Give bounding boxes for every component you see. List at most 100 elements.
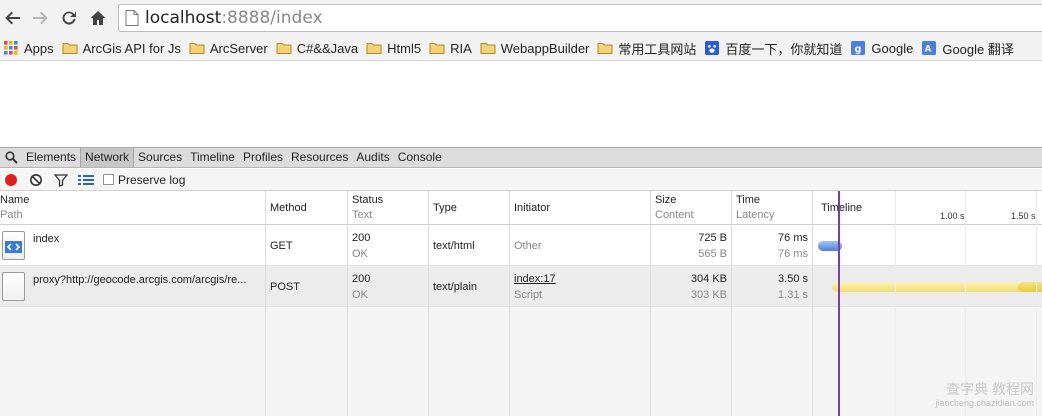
timeline-gridline xyxy=(1036,191,1037,416)
folder-icon xyxy=(429,43,445,54)
column-divider[interactable] xyxy=(428,191,429,416)
tab-profiles[interactable]: Profiles xyxy=(239,148,287,167)
back-button[interactable] xyxy=(2,7,24,29)
request-row[interactable]: index GET 200 OK text/html Other 725 B 5… xyxy=(0,225,1042,266)
folder-icon xyxy=(62,43,78,54)
request-name[interactable]: proxy?http://geocode.arcgis.com/arcgis/r… xyxy=(33,274,246,286)
folder-icon xyxy=(276,43,292,54)
bookmark-3[interactable]: C#&&Java xyxy=(273,37,363,59)
request-initiator: Other xyxy=(514,240,542,252)
tab-elements[interactable]: Elements xyxy=(22,148,80,167)
col-time-header[interactable]: Time Latency xyxy=(736,194,775,221)
svg-text:A: A xyxy=(925,45,932,55)
request-name[interactable]: index xyxy=(33,233,59,245)
network-grid: Name Path Method Status Text Type Initia… xyxy=(0,191,1042,416)
browser-toolbar: localhost:8888/index xyxy=(0,0,1042,36)
bookmark-0[interactable]: Apps xyxy=(0,37,59,59)
bookmark-10[interactable]: A Google 翻译 xyxy=(918,37,1019,59)
forward-button[interactable] xyxy=(29,7,51,29)
page-icon xyxy=(125,10,139,26)
tab-audits[interactable]: Audits xyxy=(352,148,393,167)
tab-sources[interactable]: Sources xyxy=(134,148,186,167)
bookmark-label: Apps xyxy=(24,40,54,56)
column-divider[interactable] xyxy=(731,191,732,416)
grid-header: Name Path Method Status Text Type Initia… xyxy=(0,191,1042,225)
page-content xyxy=(0,60,1042,147)
tab-timeline[interactable]: Timeline xyxy=(186,148,239,167)
record-button[interactable] xyxy=(0,170,22,190)
bookmark-label: ArcGis API for Js xyxy=(82,40,181,56)
home-button[interactable] xyxy=(87,7,109,29)
grid-empty-area xyxy=(0,307,1042,416)
request-size: 725 B 565 B xyxy=(698,232,727,260)
request-initiator: index:17 Script xyxy=(514,273,556,301)
bookmark-label: Google xyxy=(871,40,914,56)
timeline-bar-receiving xyxy=(1018,282,1042,292)
request-status: 200 OK xyxy=(352,273,371,301)
file-icon xyxy=(2,272,25,301)
back-arrow-icon xyxy=(5,11,20,25)
google-translate-icon: A xyxy=(922,41,937,55)
preserve-log-checkbox[interactable] xyxy=(103,174,114,185)
bookmark-label: C#&&Java xyxy=(296,40,359,56)
tab-network[interactable]: Network xyxy=(80,148,135,167)
column-divider[interactable] xyxy=(265,191,266,416)
clear-button[interactable] xyxy=(25,170,47,190)
request-type: text/html xyxy=(433,240,475,252)
request-method: GET xyxy=(270,240,293,252)
initiator-link[interactable]: index:17 xyxy=(514,273,556,285)
column-divider[interactable] xyxy=(650,191,651,416)
col-status-header[interactable]: Status Text xyxy=(352,194,383,221)
preserve-log-label: Preserve log xyxy=(118,172,186,187)
timeline-load-marker xyxy=(838,191,840,416)
baidu-icon xyxy=(705,41,720,55)
col-size-header[interactable]: Size Content xyxy=(655,194,694,221)
devtools-tabbar: Elements Network Sources Timeline Profil… xyxy=(0,147,1042,168)
bookmark-9[interactable]: g Google xyxy=(847,37,918,59)
folder-icon xyxy=(480,43,496,54)
tab-resources[interactable]: Resources xyxy=(287,148,352,167)
html-file-icon xyxy=(2,231,25,260)
request-size: 304 KB 303 KB xyxy=(690,273,727,301)
folder-icon xyxy=(597,43,613,54)
address-url: localhost:8888/index xyxy=(145,8,323,28)
bookmark-1[interactable]: ArcGis API for Js xyxy=(59,37,186,59)
bookmark-4[interactable]: Html5 xyxy=(363,37,426,59)
bookmark-7[interactable]: 常用工具网站 xyxy=(594,37,701,59)
folder-icon xyxy=(189,43,205,54)
col-initiator-header[interactable]: Initiator xyxy=(514,202,550,214)
browser-window: localhost:8888/index Apps ArcGis API for … xyxy=(0,0,1042,416)
filter-button[interactable] xyxy=(50,170,72,190)
reload-icon xyxy=(62,11,76,25)
col-timeline-header[interactable]: Timeline xyxy=(821,202,862,214)
bookmark-label: WebappBuilder xyxy=(500,40,590,56)
bookmark-8[interactable]: 百度一下，你就知道 xyxy=(701,37,847,59)
request-time: 76 ms 76 ms xyxy=(778,232,808,260)
large-rows-button[interactable] xyxy=(75,170,97,190)
bookmark-5[interactable]: RIA xyxy=(426,37,477,59)
col-method-header[interactable]: Method xyxy=(270,202,307,214)
clear-icon xyxy=(30,173,42,186)
request-row[interactable]: proxy?http://geocode.arcgis.com/arcgis/r… xyxy=(0,266,1042,307)
address-bar[interactable]: localhost:8888/index xyxy=(118,4,1042,32)
request-type: text/plain xyxy=(433,281,478,293)
inspect-search-button[interactable] xyxy=(0,148,22,167)
reload-button[interactable] xyxy=(58,7,80,29)
timeline-tick: 1.00 s xyxy=(940,211,965,221)
bookmark-2[interactable]: ArcServer xyxy=(186,37,273,59)
bookmark-6[interactable]: WebappBuilder xyxy=(477,37,595,59)
timeline-bar xyxy=(832,282,1042,292)
request-time: 3.50 s 1.31 s xyxy=(778,273,808,301)
column-divider[interactable] xyxy=(812,191,813,416)
bookmark-label: Google 翻译 xyxy=(942,41,1014,57)
bookmark-label: ArcServer xyxy=(209,40,268,56)
tab-console[interactable]: Console xyxy=(394,148,446,167)
preserve-log-toggle[interactable]: Preserve log xyxy=(103,173,185,187)
search-icon xyxy=(4,151,18,164)
network-toolbar: Preserve log xyxy=(0,169,1042,191)
col-type-header[interactable]: Type xyxy=(433,202,457,214)
watermark: 查字典 教程网 jiaocheng.chazidian.com xyxy=(935,381,1034,409)
col-name-header[interactable]: Name Path xyxy=(0,194,29,221)
column-divider[interactable] xyxy=(509,191,510,416)
column-divider[interactable] xyxy=(347,191,348,416)
